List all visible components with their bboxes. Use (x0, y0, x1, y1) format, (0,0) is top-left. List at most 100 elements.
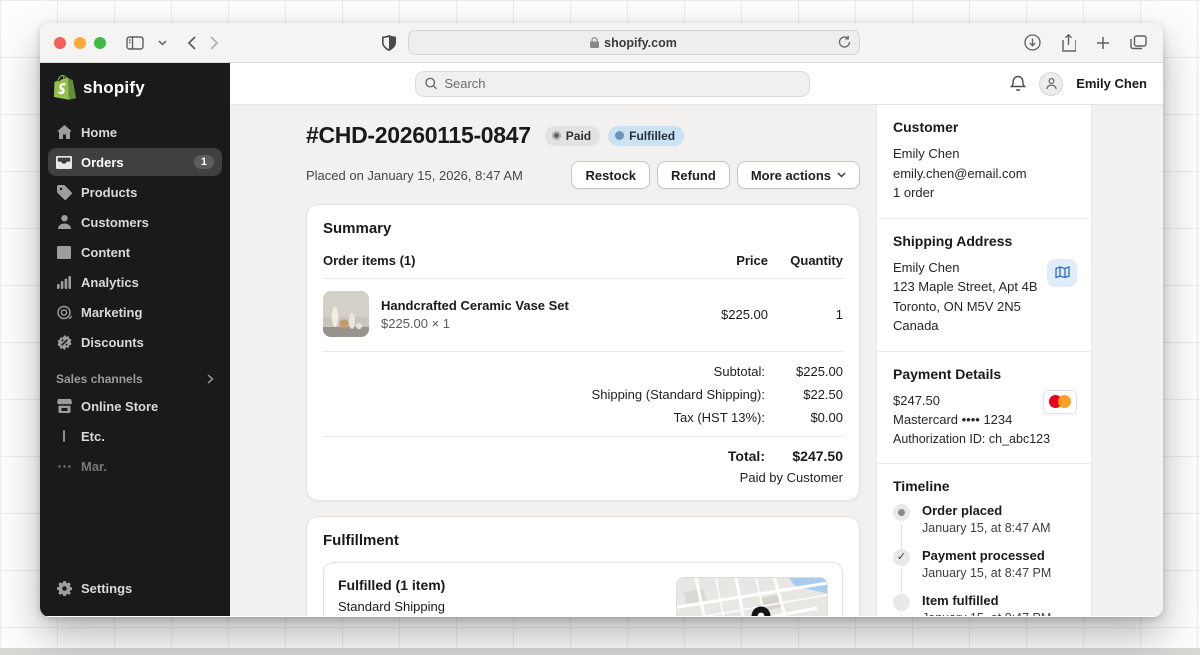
back-button[interactable] (185, 34, 198, 52)
sidebar-item-label: Customers (81, 215, 149, 230)
timeline-circle-icon (893, 594, 910, 611)
timeline-check-icon: ✓ (893, 549, 910, 566)
sidebar-item-orders[interactable]: Orders 1 (48, 148, 222, 176)
sidebar-item-mar[interactable]: Mar. (48, 452, 222, 480)
customer-title: Customer (893, 119, 1075, 135)
share-icon[interactable] (1059, 32, 1078, 54)
map-icon (1055, 266, 1070, 279)
product-name[interactable]: Handcrafted Ceramic Vase Set (381, 298, 673, 313)
browser-window: shopify.com (40, 23, 1163, 617)
paid-by-note: Paid by Customer (323, 470, 843, 485)
tax-row: Tax (HST 13%): $0.00 (323, 410, 843, 425)
order-item-row[interactable]: Handcrafted Ceramic Vase Set $225.00 × 1… (323, 279, 843, 352)
fulfillment-status: Fulfilled (1 item) (338, 577, 664, 593)
order-items-header-row: Order items (1) Price Quantity (323, 253, 843, 279)
fulfillment-map-thumbnail[interactable] (676, 577, 828, 616)
tab-overview-icon[interactable] (1128, 33, 1149, 52)
minimize-window-button[interactable] (74, 37, 86, 49)
shipping-address-title: Shipping Address (893, 233, 1075, 249)
sidebar-item-label: Mar. (81, 459, 107, 474)
customer-section: Customer Emily Chen emily.chen@email.com… (877, 105, 1091, 219)
sidebar-item-customers[interactable]: Customers (48, 208, 222, 236)
storefront-icon (56, 399, 72, 413)
reload-icon[interactable] (838, 35, 851, 49)
avatar[interactable] (1039, 72, 1063, 96)
address-bar[interactable]: shopify.com (408, 30, 860, 55)
sidebar-item-content[interactable]: Content (48, 238, 222, 266)
price-column-header: Price (673, 253, 768, 268)
sidebar-item-label: Online Store (81, 399, 158, 414)
item-price: $225.00 (673, 307, 768, 322)
fulfillment-box: Fulfilled (1 item) Standard Shipping Shi… (323, 562, 843, 616)
summary-title: Summary (323, 220, 843, 237)
payment-details-title: Payment Details (893, 366, 1075, 382)
product-price-qty: $225.00 × 1 (381, 316, 673, 331)
shopify-bag-icon (54, 75, 76, 100)
search-field[interactable] (415, 71, 810, 97)
search-input[interactable] (444, 76, 800, 91)
sidebar-item-label: Analytics (81, 275, 139, 290)
home-icon (56, 125, 72, 140)
timeline-dot-icon (893, 504, 910, 521)
orders-icon (56, 156, 72, 169)
forward-button[interactable] (208, 34, 221, 52)
customer-email[interactable]: emily.chen@email.com (893, 164, 1075, 184)
order-title: #CHD-20260115-0847 (306, 122, 531, 149)
summary-card: Summary Order items (1) Price Quantity (306, 204, 860, 501)
quantity-column-header: Quantity (768, 253, 843, 268)
sidebar-toggle-icon[interactable] (124, 34, 146, 52)
total-row: Total: $247.50 (323, 436, 843, 464)
sidebar-item-marketing[interactable]: Marketing (48, 298, 222, 326)
payment-details-section: Payment Details $247.50 Mastercard •••• … (877, 352, 1091, 465)
admin-header: Emily Chen (230, 63, 1163, 105)
view-map-button[interactable] (1047, 259, 1077, 287)
payment-authorization: Authorization ID: ch_abc123 (893, 430, 1075, 449)
subtotal-row: Subtotal: $225.00 (323, 364, 843, 379)
sidebar-item-settings[interactable]: Settings (48, 574, 222, 602)
sidebar-item-discounts[interactable]: Discounts (48, 328, 222, 356)
timeline-section: Timeline Order placed January 15, at 8:4… (877, 464, 1091, 616)
gear-icon (56, 581, 72, 596)
sidebar-item-label: Settings (81, 581, 132, 596)
sidebar-options-chevron-icon[interactable] (156, 38, 169, 48)
mastercard-icon (1043, 390, 1077, 414)
order-details-panel: Customer Emily Chen emily.chen@email.com… (876, 105, 1092, 616)
order-placed-date: Placed on January 15, 2026, 8:47 AM (306, 168, 523, 183)
more-actions-button[interactable]: More actions (737, 161, 860, 189)
chevron-right-icon (207, 374, 214, 384)
customer-order-count: 1 order (893, 183, 1075, 203)
sales-channels-header[interactable]: Sales channels (40, 358, 230, 392)
notifications-bell-icon[interactable] (1010, 75, 1026, 92)
product-thumbnail (323, 291, 369, 337)
sidebar-item-analytics[interactable]: Analytics (48, 268, 222, 296)
downloads-icon[interactable] (1022, 32, 1043, 53)
person-icon (56, 215, 72, 229)
order-totals: Subtotal: $225.00 Shipping (Standard Shi… (323, 352, 843, 485)
sidebar-item-label: Marketing (81, 305, 142, 320)
sidebar-item-online-store[interactable]: Online Store (48, 392, 222, 420)
refund-button[interactable]: Refund (657, 161, 730, 189)
sidebar-item-label: Home (81, 125, 117, 140)
fulfillment-title: Fulfillment (323, 532, 843, 549)
traffic-lights (54, 37, 106, 49)
ellipsis-icon (56, 465, 72, 468)
lock-icon (590, 37, 599, 48)
sidebar-item-home[interactable]: Home (48, 118, 222, 146)
shopify-logo[interactable]: shopify (40, 63, 230, 110)
sidebar-item-products[interactable]: Products (48, 178, 222, 206)
user-name[interactable]: Emily Chen (1076, 76, 1147, 91)
sidebar-item-label: Orders (81, 155, 124, 170)
shipping-row: Shipping (Standard Shipping): $22.50 (323, 387, 843, 402)
privacy-shield-icon[interactable] (380, 33, 398, 53)
zoom-window-button[interactable] (94, 37, 106, 49)
restock-button[interactable]: Restock (571, 161, 650, 189)
sidebar-item-etc[interactable]: Etc. (48, 422, 222, 450)
discount-icon (56, 335, 72, 350)
close-window-button[interactable] (54, 37, 66, 49)
shopify-wordmark: shopify (83, 78, 145, 98)
new-tab-icon[interactable] (1094, 34, 1112, 52)
customer-name: Emily Chen (893, 144, 1075, 164)
shipping-method: Standard Shipping (338, 599, 664, 614)
timeline-event-order-placed: Order placed January 15, at 8:47 AM (893, 503, 1075, 548)
search-icon (425, 77, 437, 90)
